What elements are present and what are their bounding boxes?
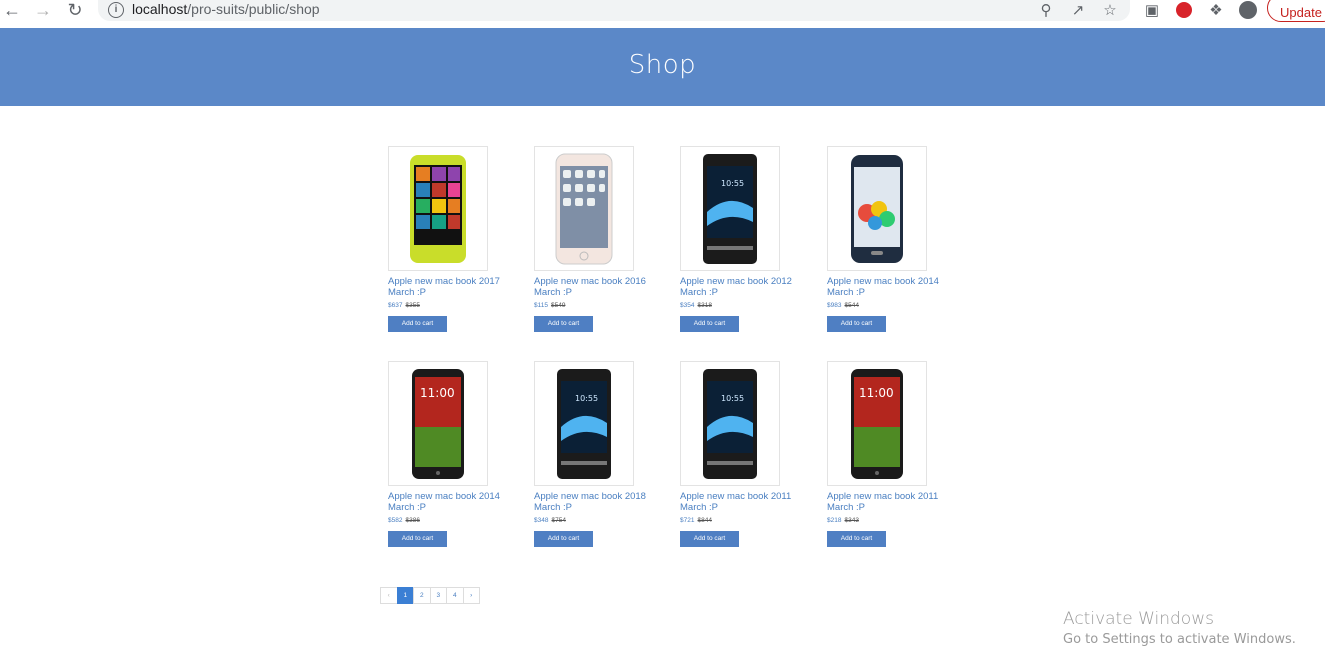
product-card: 11:00 Apple new mac book 2014 March :P $58… (388, 361, 508, 547)
product-price: $348 (534, 517, 549, 524)
profile-avatar-icon[interactable] (1238, 0, 1258, 20)
pagination-page-4[interactable]: 4 (446, 587, 464, 604)
add-to-cart-button[interactable]: Add to cart (534, 316, 593, 332)
product-image[interactable]: 11:00 (827, 361, 927, 486)
share-icon[interactable]: ↗ (1068, 0, 1088, 20)
url-text[interactable]: localhost/pro-suits/public/shop (132, 1, 320, 17)
forward-arrow-icon[interactable]: → (33, 0, 53, 20)
url-path: /pro-suits/public/shop (187, 1, 320, 17)
product-title[interactable]: Apple new mac book 2018 March :P (534, 491, 654, 513)
product-card: Apple new mac book 2017 March :P $637 $355… (388, 146, 508, 332)
product-title[interactable]: Apple new mac book 2016 March :P (534, 276, 654, 298)
product-title[interactable]: Apple new mac book 2014 March :P (827, 276, 947, 298)
watermark-line2: Go to Settings to activate Windows. (1063, 632, 1296, 647)
product-image[interactable]: 10:55 (680, 146, 780, 271)
product-old-price: $754 (551, 517, 566, 524)
url-host: localhost (132, 1, 188, 17)
product-title[interactable]: Apple new mac book 2017 March :P (388, 276, 508, 298)
product-image[interactable] (827, 146, 927, 271)
pagination-page-3[interactable]: 3 (429, 587, 447, 604)
bookmark-star-icon[interactable]: ☆ (1100, 0, 1120, 20)
product-old-price: $549 (550, 302, 566, 309)
product-title[interactable]: Apple new mac book 2011 March :P (827, 491, 947, 513)
svg-text:11:00: 11:00 (859, 386, 894, 400)
product-price: $115 (534, 302, 548, 309)
add-to-cart-button[interactable]: Add to cart (534, 531, 593, 547)
product-card: 10:55 Apple new mac book 2012 March :P $35… (680, 146, 800, 332)
product-image[interactable]: 10:55 (680, 361, 780, 486)
page-banner: Shop (0, 28, 1325, 106)
product-title[interactable]: Apple new mac book 2011 March :P (680, 491, 800, 513)
svg-text:10:55: 10:55 (575, 394, 598, 403)
product-old-price: $544 (844, 302, 859, 309)
extensions-puzzle-icon[interactable]: ❖ (1206, 0, 1226, 20)
product-price: $354 (680, 302, 695, 309)
windows-activation-watermark: Activate Windows Go to Settings to activ… (1063, 609, 1296, 647)
product-card: Apple new mac book 2014 March :P $983 $544… (827, 146, 947, 332)
product-card: 10:55 Apple new mac book 2011 March :P $72… (680, 361, 800, 547)
product-prices: $721 $844 (680, 517, 800, 524)
product-image[interactable] (534, 146, 634, 271)
pagination-prev[interactable]: ‹ (380, 587, 398, 604)
product-price: $637 (388, 302, 403, 309)
product-old-price: $386 (405, 517, 420, 524)
product-price: $721 (680, 517, 695, 524)
product-image[interactable] (388, 146, 488, 271)
product-price: $218 (827, 517, 842, 524)
svg-text:10:55: 10:55 (721, 179, 744, 188)
product-card: 11:00 Apple new mac book 2011 March :P $21… (827, 361, 947, 547)
product-title[interactable]: Apple new mac book 2014 March :P (388, 491, 508, 513)
pagination: ‹ 1 2 3 4 › (380, 587, 480, 604)
add-to-cart-button[interactable]: Add to cart (827, 316, 886, 332)
product-prices: $115 $549 (534, 302, 654, 309)
pagination-page-2[interactable]: 2 (413, 587, 431, 604)
product-prices: $218 $343 (827, 517, 947, 524)
svg-text:10:55: 10:55 (721, 394, 744, 403)
update-button[interactable]: Update (1267, 0, 1325, 22)
add-to-cart-button[interactable]: Add to cart (680, 531, 739, 547)
product-old-price: $318 (697, 302, 712, 309)
pagination-page-1[interactable]: 1 (396, 587, 414, 604)
page-title: Shop (628, 50, 697, 80)
product-card: Apple new mac book 2016 March :P $115 $549… (534, 146, 654, 332)
add-to-cart-button[interactable]: Add to cart (388, 531, 447, 547)
product-prices: $582 $386 (388, 517, 508, 524)
add-to-cart-button[interactable]: Add to cart (388, 316, 447, 332)
pagination-next[interactable]: › (462, 587, 480, 604)
product-price: $582 (388, 517, 403, 524)
address-bar[interactable]: i localhost/pro-suits/public/shop ⚲ ↗ ☆ (98, 0, 1130, 21)
product-old-price: $355 (405, 302, 420, 309)
svg-text:11:00: 11:00 (420, 386, 455, 400)
product-image[interactable]: 10:55 (534, 361, 634, 486)
reload-icon[interactable]: ↻ (65, 0, 85, 20)
extension-shield-icon[interactable] (1174, 0, 1194, 20)
back-arrow-icon[interactable]: ← (2, 0, 22, 20)
product-card: 10:55 Apple new mac book 2018 March :P $34… (534, 361, 654, 547)
product-old-price: $844 (697, 517, 712, 524)
product-price: $983 (827, 302, 842, 309)
watermark-line1: Activate Windows (1063, 609, 1214, 629)
product-prices: $348 $754 (534, 517, 654, 524)
add-to-cart-button[interactable]: Add to cart (827, 531, 886, 547)
product-title[interactable]: Apple new mac book 2012 March :P (680, 276, 800, 298)
product-image[interactable]: 11:00 (388, 361, 488, 486)
info-icon[interactable]: i (108, 2, 124, 18)
product-prices: $354 $318 (680, 302, 800, 309)
product-prices: $983 $544 (827, 302, 947, 309)
product-old-price: $343 (844, 517, 859, 524)
zoom-icon[interactable]: ⚲ (1036, 0, 1056, 20)
camera-icon[interactable]: ▣ (1142, 0, 1162, 20)
add-to-cart-button[interactable]: Add to cart (680, 316, 739, 332)
browser-toolbar: ← → ↻ i localhost/pro-suits/public/shop … (0, 0, 1325, 28)
product-prices: $637 $355 (388, 302, 508, 309)
